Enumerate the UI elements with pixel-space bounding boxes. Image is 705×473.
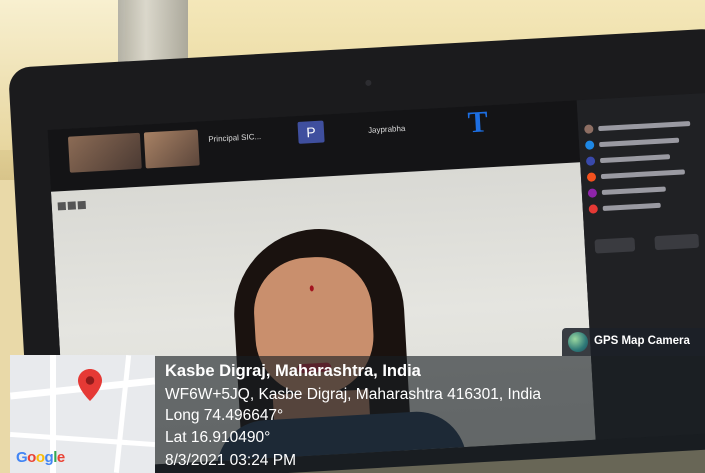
participant-row[interactable] [586, 165, 705, 184]
participant-name: Principal SIC... [208, 131, 262, 144]
participant-row[interactable] [588, 197, 705, 216]
speaker-bindi [309, 285, 314, 292]
google-logo: Google [16, 449, 65, 466]
datetime-text: 8/3/2021 03:24 PM [165, 452, 296, 469]
gps-app-name: GPS Map Camera [594, 335, 690, 347]
location-title: Kasbe Digraj, Maharashtra, India [165, 362, 421, 380]
panel-button[interactable] [594, 237, 636, 254]
longitude-text: Long 74.496647° [165, 407, 284, 424]
participant-row[interactable] [587, 181, 705, 200]
location-map: Google [10, 355, 155, 473]
gps-camera-badge: GPS Map Camera [562, 328, 705, 356]
panel-button[interactable] [654, 233, 700, 251]
video-toolbar [57, 192, 147, 211]
participant-avatar-letter[interactable]: T [467, 105, 495, 140]
participant-thumbnail[interactable] [67, 132, 142, 173]
photo-scene: Principal SIC... P Jayprabha T Google GP… [0, 0, 705, 473]
gps-camera-logo-icon [568, 332, 588, 352]
webcam [365, 79, 372, 87]
participant-row[interactable] [584, 133, 703, 152]
participant-name: Jayprabha [367, 123, 406, 135]
participant-row[interactable] [584, 117, 702, 136]
participant-row[interactable] [585, 149, 704, 168]
participant-thumbnail[interactable] [143, 129, 200, 169]
map-pin-icon [78, 369, 102, 401]
latitude-text: Lat 16.910490° [165, 429, 271, 446]
participant-avatar-letter[interactable]: P [297, 120, 325, 144]
address-text: WF6W+5JQ, Kasbe Digraj, Maharashtra 4163… [165, 386, 542, 403]
gps-info-box: Kasbe Digraj, Maharashtra, India WF6W+5J… [155, 356, 705, 473]
